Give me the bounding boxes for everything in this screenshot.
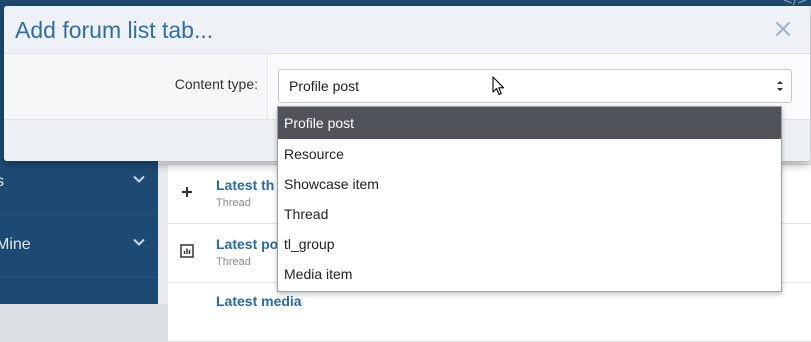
plus-icon[interactable] (179, 184, 195, 200)
chart-icon[interactable] (179, 243, 195, 259)
dialog-title: Add forum list tab... (15, 17, 214, 43)
list-item-subtitle: Thread (216, 197, 251, 209)
content-type-selected-value: Profile post (289, 78, 360, 94)
dropdown-option-profile-post[interactable]: Profile post (278, 107, 781, 139)
dropdown-option-showcase-item[interactable]: Showcase item (278, 169, 781, 199)
close-icon[interactable]: × (772, 16, 794, 42)
sidebar-item[interactable]: s (0, 152, 158, 215)
dropdown-option-media-item[interactable]: Media item (278, 259, 781, 289)
select-arrows-icon (776, 79, 784, 93)
sidebar-item[interactable]: Mine (0, 215, 158, 278)
dropdown-option-tl-group[interactable]: tl_group (278, 229, 781, 259)
form-label-column: Content type: (4, 54, 268, 119)
content-type-dropdown-list: Profile post Resource Showcase item Thre… (277, 106, 782, 292)
list-item-subtitle: Thread (216, 256, 251, 268)
dropdown-option-resource[interactable]: Resource (278, 139, 781, 169)
content-type-label: Content type: (174, 76, 258, 92)
list-item-title[interactable]: Latest po (216, 236, 278, 252)
dialog-header: Add forum list tab... × (4, 6, 810, 54)
dropdown-option-thread[interactable]: Thread (278, 199, 781, 229)
list-item-title[interactable]: Latest th (216, 177, 274, 193)
sidebar-item-label: Mine (0, 236, 31, 253)
chevron-down-icon[interactable] (132, 172, 146, 186)
list-item-title[interactable]: Latest media (216, 293, 302, 309)
chevron-down-icon[interactable] (132, 235, 146, 249)
sidebar-item-label: s (0, 173, 4, 190)
content-type-select[interactable]: Profile post (278, 69, 792, 103)
mouse-pointer-icon (492, 76, 506, 97)
